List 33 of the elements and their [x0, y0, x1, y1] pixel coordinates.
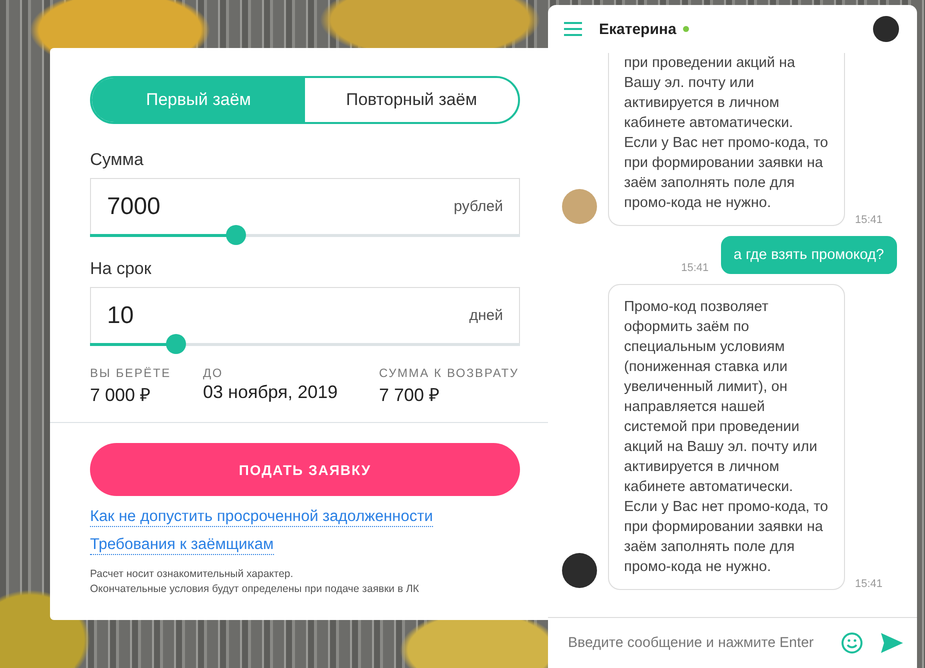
disclaimer-text: Окончательные условия будут определены при подаче заявки в ЛК — [90, 582, 419, 597]
slider-thumb[interactable] — [226, 225, 246, 245]
slider-thumb[interactable] — [166, 334, 186, 354]
unit-label: дней — [469, 307, 503, 324]
help-link[interactable]: Требования к заёмщикам — [90, 536, 274, 555]
message-time: 15:41 — [855, 578, 883, 590]
unit-label: рублей — [454, 198, 503, 215]
avatar-icon — [562, 553, 597, 588]
field-label: На срок — [90, 259, 152, 279]
summary-label: ВЫ БЕРЁТЕ — [90, 366, 172, 380]
help-link[interactable]: Как не допустить просроченной задолженности — [90, 508, 433, 527]
field-value: 10 — [107, 302, 134, 330]
avatar-icon — [562, 189, 597, 224]
field-value: 7000 — [107, 192, 160, 220]
avatar-icon — [873, 16, 899, 42]
send-icon[interactable] — [881, 633, 903, 653]
summary-label: ДО — [203, 366, 224, 380]
message-bubble: а где взять промокод? — [720, 236, 897, 274]
summary-label: СУММА К ВОЗВРАТУ — [379, 366, 520, 380]
submit-button[interactable]: ПОДАТЬ ЗАЯВКУ — [90, 443, 520, 496]
field-label: Сумма — [90, 150, 144, 170]
summary-value: 7 000 ₽ — [90, 384, 152, 406]
menu-icon[interactable] — [564, 22, 582, 36]
loan-tab[interactable]: Первый заём — [92, 78, 305, 122]
message-bubble: Промо-код позволяет оформить заём по специальным условиям (пониженная ставка или увеличенный лимит), он направляется нашей системой при проведении акций на Вашу эл. почту или активируется в личном кабинете автоматически. Если у Вас нет промо-кода, то при формировании заявки на заём заполнять поле для промо-кода не нужно. — [608, 284, 845, 590]
message-time: 15:41 — [681, 262, 709, 274]
summary-value: 7 700 ₽ — [379, 384, 440, 406]
message-bubble: при проведении акций на Вашу эл. почту или активируется в личном кабинете автоматически. Если у Вас нет промо-кода, то при формировании заявки на заём заполнять поле для промо-кода не нужно. — [608, 53, 845, 226]
summary-value: 03 ноября, 2019 — [203, 382, 339, 403]
disclaimer-text: Расчет носит ознакомительный характер. — [90, 567, 294, 582]
contact-name: Екатерина — [599, 20, 676, 38]
message-time: 15:41 — [855, 214, 883, 226]
smiley-icon[interactable] — [841, 632, 863, 654]
